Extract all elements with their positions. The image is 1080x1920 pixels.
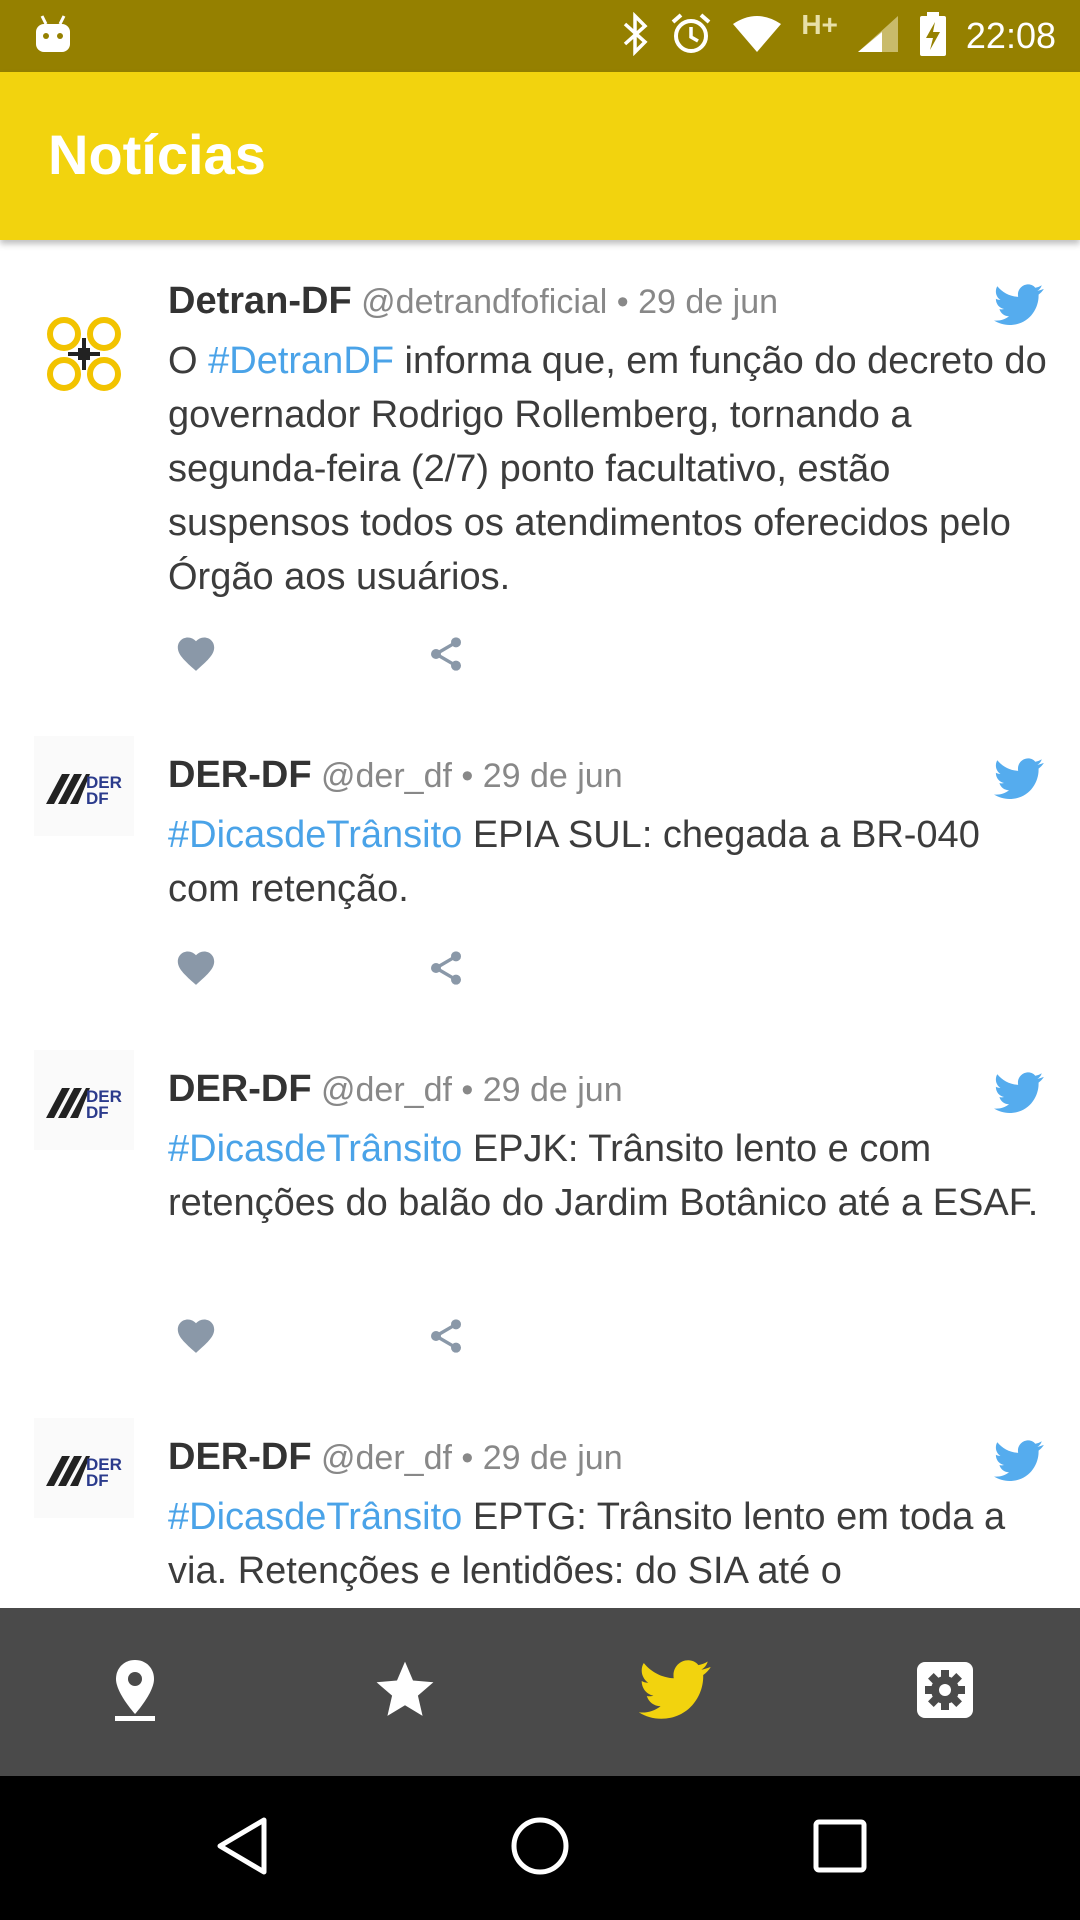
twitter-bird-icon — [993, 1440, 1044, 1487]
tweet-date: • 29 de jun — [461, 1439, 623, 1477]
svg-text:DF: DF — [86, 1471, 109, 1490]
alarm-icon — [669, 12, 713, 61]
bluetooth-icon — [621, 11, 651, 61]
tweet-header: DER-DF @der_df • 29 de jun — [168, 754, 623, 797]
tweet-text: #DicasdeTrânsito EPIA SUL: chegada a BR-… — [168, 808, 1048, 916]
tweet-card[interactable]: DER DF DER-DF @der_df • 29 de jun #Dicas… — [0, 1030, 1080, 1360]
back-triangle-icon — [214, 1816, 270, 1881]
recents-square-icon — [813, 1819, 867, 1878]
share-icon[interactable] — [426, 948, 466, 993]
news-feed[interactable]: Detran-DF @detrandfoficial • 29 de jun O… — [0, 240, 1080, 1608]
author-handle: @detrandfoficial — [361, 283, 608, 321]
like-heart-icon[interactable] — [174, 632, 218, 677]
home-button[interactable] — [470, 1776, 610, 1920]
hashtag-link[interactable]: #DicasdeTrânsito — [168, 1128, 462, 1170]
svg-text:DF: DF — [86, 1103, 109, 1122]
hashtag-link[interactable]: #DetranDF — [208, 340, 394, 382]
network-type-label: H+ — [801, 9, 838, 40]
tweet-header: Detran-DF @detrandfoficial • 29 de jun — [168, 280, 778, 323]
clock: 22:08 — [965, 15, 1056, 56]
tab-news[interactable] — [540, 1608, 810, 1776]
der-df-avatar: DER DF — [34, 1050, 134, 1150]
hashtag-link[interactable]: #DicasdeTrânsito — [168, 1496, 462, 1538]
like-heart-icon[interactable] — [174, 946, 218, 991]
tweet-actions — [168, 632, 488, 692]
bottom-tab-bar — [0, 1608, 1080, 1776]
tweet-text: O #DetranDF informa que, em função do de… — [168, 334, 1048, 604]
author-handle: @der_df — [321, 757, 452, 795]
twitter-bird-icon — [993, 1072, 1044, 1119]
tweet-date: • 29 de jun — [616, 283, 779, 321]
android-icon — [34, 14, 72, 59]
tweet-date: • 29 de jun — [461, 1071, 623, 1109]
twitter-bird-icon — [638, 1659, 711, 1725]
share-icon[interactable] — [426, 634, 466, 679]
tweet-header: DER-DF @der_df • 29 de jun — [168, 1436, 623, 1479]
back-button[interactable] — [172, 1776, 312, 1920]
like-heart-icon[interactable] — [174, 1314, 218, 1359]
recents-button[interactable] — [770, 1776, 910, 1920]
app-bar: Notícias — [0, 72, 1080, 240]
location-pin-icon — [111, 1658, 159, 1727]
der-df-avatar: DER DF — [34, 736, 134, 836]
home-circle-icon — [510, 1816, 570, 1881]
tab-settings[interactable] — [810, 1608, 1080, 1776]
page-title: Notícias — [48, 123, 266, 186]
star-icon — [374, 1660, 436, 1725]
detran-df-avatar — [34, 304, 134, 404]
tweet-card[interactable]: DER DF DER-DF @der_df • 29 de jun #Dicas… — [0, 716, 1080, 996]
wifi-icon — [731, 14, 783, 59]
author-name: Detran-DF — [168, 280, 352, 322]
tweet-date: • 29 de jun — [461, 757, 623, 795]
tweet-text: #DicasdeTrânsito EPTG: Trânsito lento em… — [168, 1490, 1048, 1598]
tweet-text-prefix: O — [168, 340, 209, 382]
signal-icon — [856, 14, 900, 59]
tweet-actions — [168, 946, 488, 1006]
author-name: DER-DF — [168, 1068, 312, 1110]
der-df-avatar: DER DF — [34, 1418, 134, 1518]
status-bar: H+ 22:08 — [0, 0, 1080, 72]
svg-text:DF: DF — [86, 789, 109, 808]
tab-favorites[interactable] — [270, 1608, 540, 1776]
tweet-text: #DicasdeTrânsito EPJK: Trânsito lento e … — [168, 1122, 1048, 1230]
twitter-bird-icon — [993, 758, 1044, 805]
author-name: DER-DF — [168, 754, 312, 796]
system-nav-bar — [0, 1776, 1080, 1920]
twitter-bird-icon — [993, 284, 1044, 331]
author-name: DER-DF — [168, 1436, 312, 1478]
tweet-header: DER-DF @der_df • 29 de jun — [168, 1068, 623, 1111]
author-handle: @der_df — [321, 1439, 452, 1477]
battery-icon — [918, 10, 948, 63]
tweet-card[interactable]: DER DF DER-DF @der_df • 29 de jun #Dicas… — [0, 1398, 1080, 1608]
hashtag-link[interactable]: #DicasdeTrânsito — [168, 814, 462, 856]
tweet-actions — [168, 1314, 488, 1374]
tweet-card[interactable]: Detran-DF @detrandfoficial • 29 de jun O… — [0, 240, 1080, 680]
settings-gear-icon — [917, 1661, 973, 1723]
tab-location[interactable] — [0, 1608, 270, 1776]
author-handle: @der_df — [321, 1071, 452, 1109]
share-icon[interactable] — [426, 1316, 466, 1361]
